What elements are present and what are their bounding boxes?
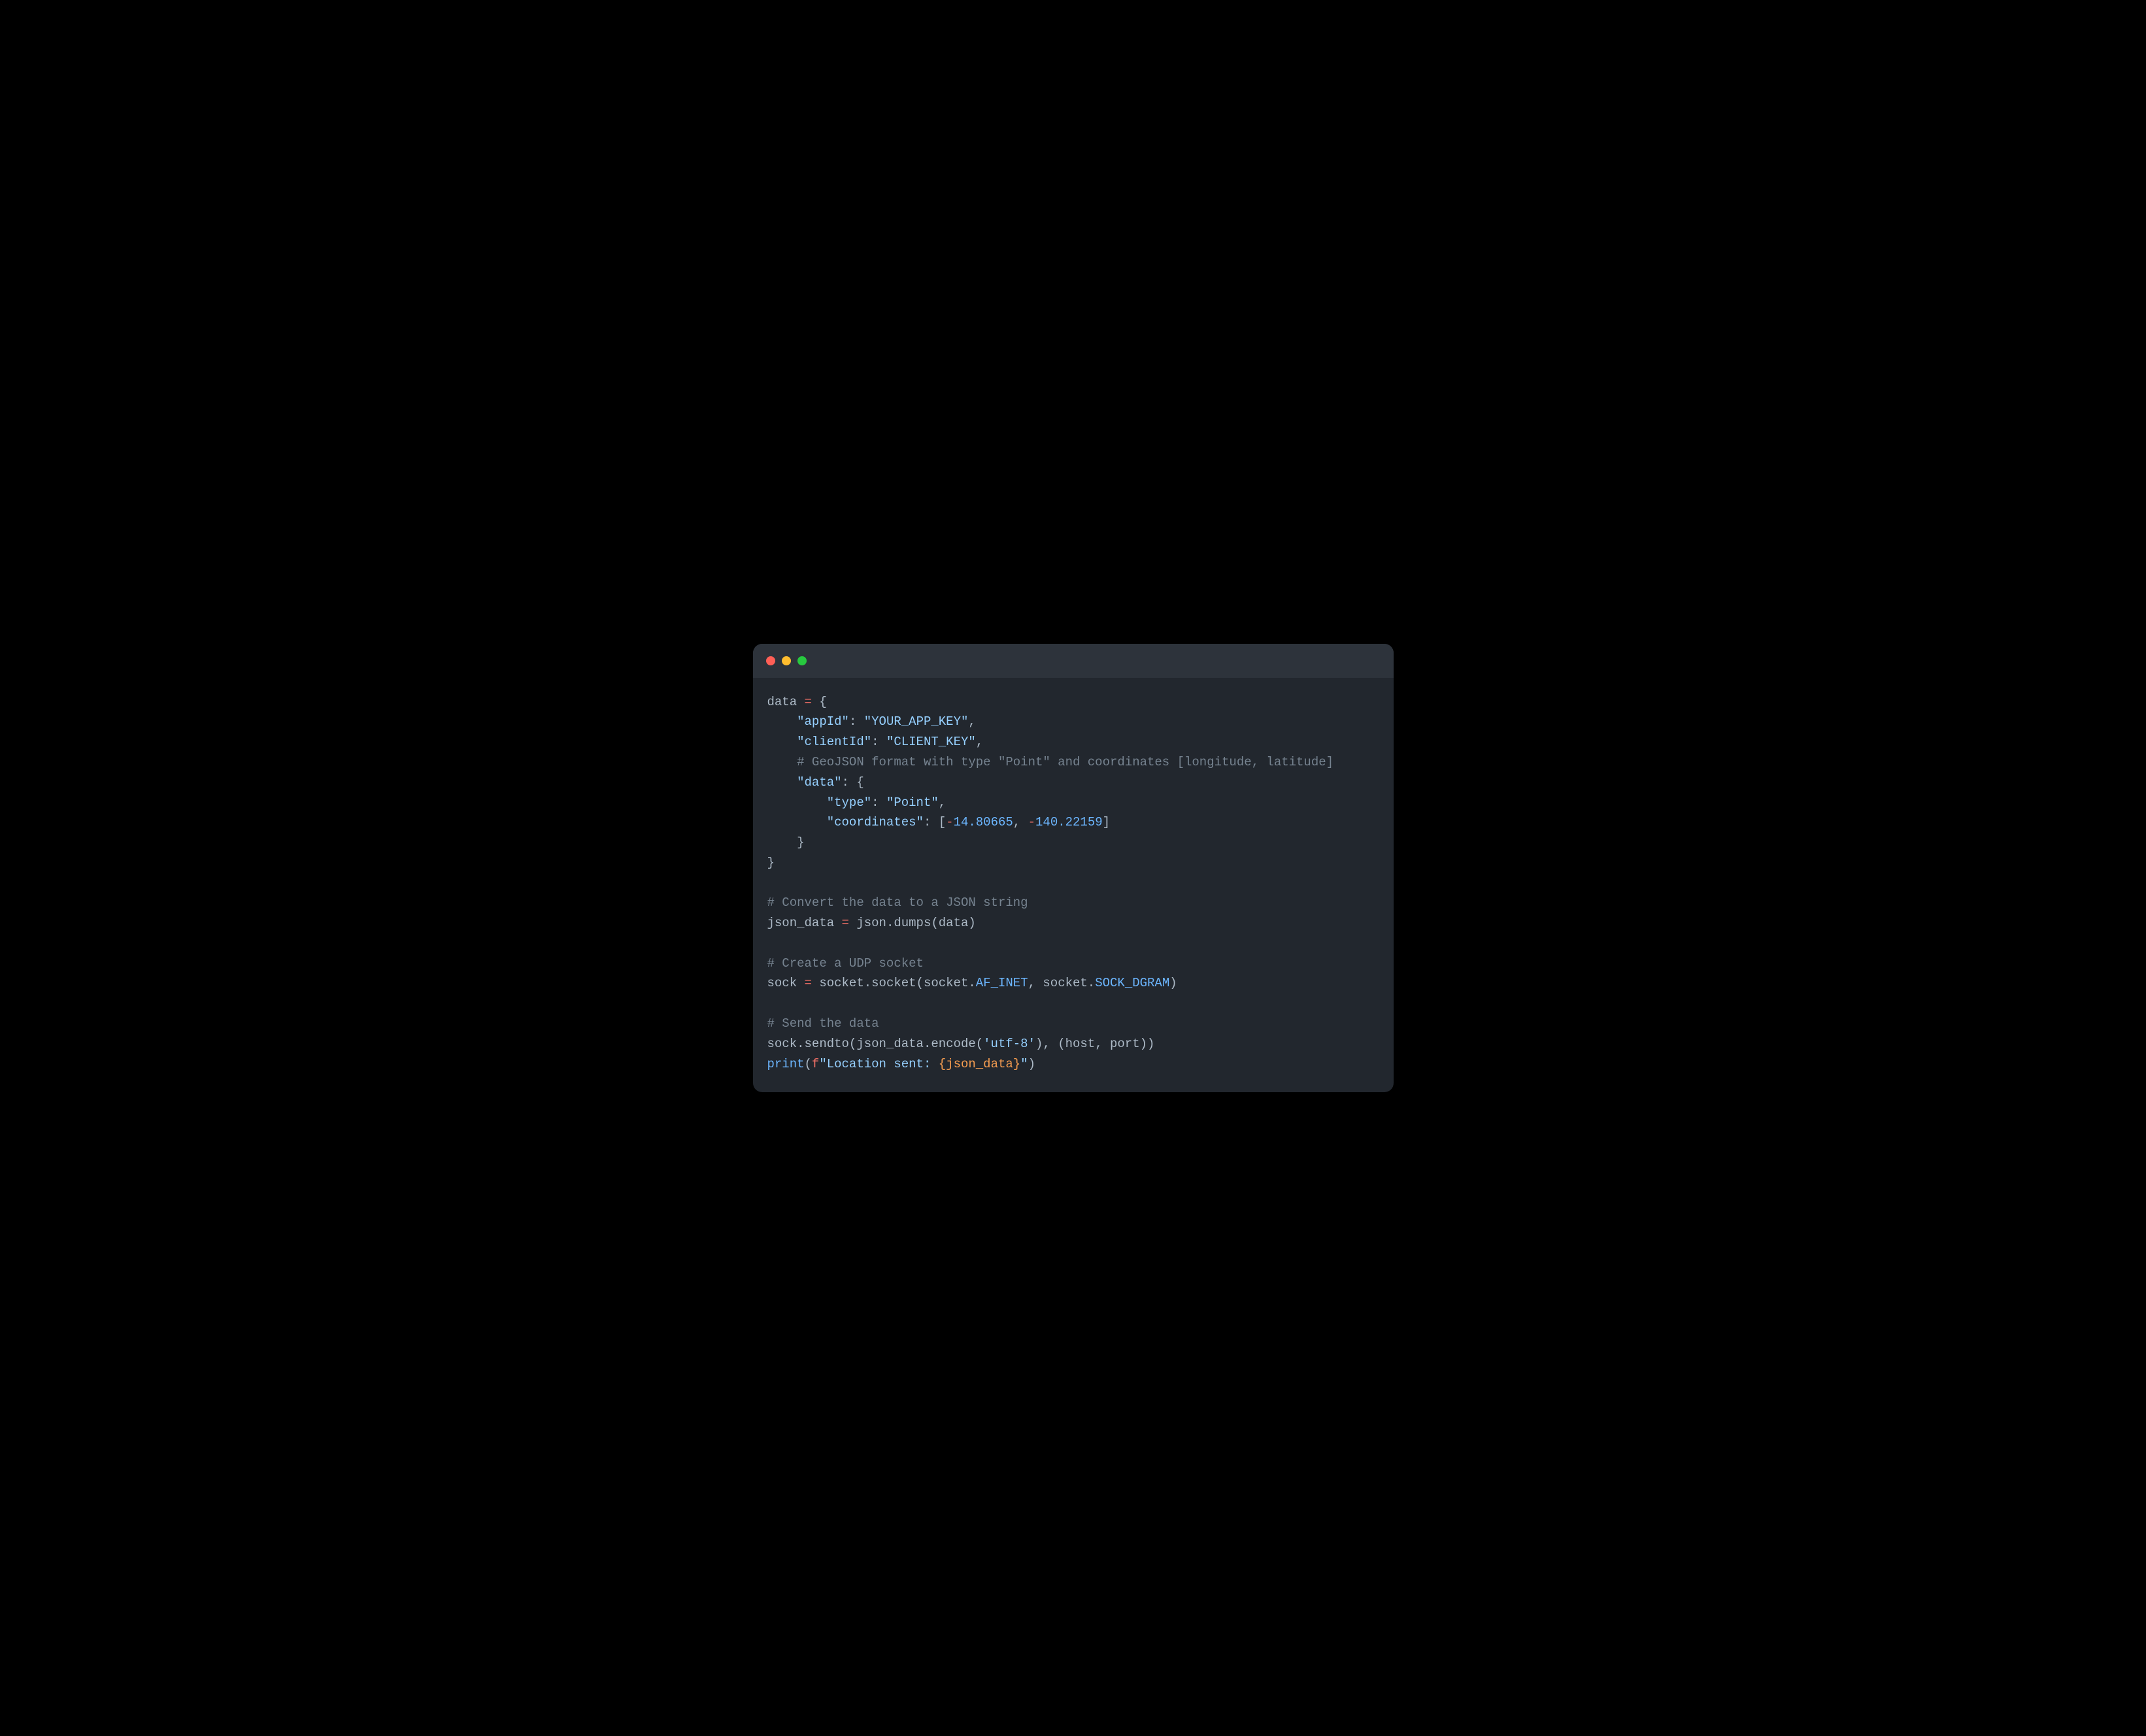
token-str: "CLIENT_KEY" [886, 735, 976, 749]
token-builtin: print [767, 1057, 805, 1071]
token-str: "YOUR_APP_KEY" [864, 714, 969, 729]
token-const: 14.80665 [954, 815, 1013, 829]
token-const: 140.22159 [1035, 815, 1103, 829]
token-str: "Point" [886, 795, 939, 810]
window-titlebar [753, 644, 1394, 678]
token-str: "appId" [797, 714, 849, 729]
token-str: 'utf-8' [983, 1037, 1035, 1051]
token-kw: - [1028, 815, 1035, 829]
code-window: data = { "appId": "YOUR_APP_KEY", "clien… [753, 644, 1394, 1093]
code-content[interactable]: data = { "appId": "YOUR_APP_KEY", "clien… [753, 678, 1394, 1093]
token-com: # Create a UDP socket [767, 956, 924, 971]
token-com: # GeoJSON format with type "Point" and c… [797, 755, 1333, 769]
token-str: "clientId" [797, 735, 871, 749]
token-str: "Location sent: [819, 1057, 938, 1071]
token-kw: f [812, 1057, 819, 1071]
token-str: "data" [797, 775, 841, 790]
token-com: # Convert the data to a JSON string [767, 895, 1028, 910]
token-kw: - [946, 815, 953, 829]
token-str: "coordinates" [827, 815, 924, 829]
token-fstr-var: {json_data} [939, 1057, 1020, 1071]
token-str: "type" [827, 795, 871, 810]
close-button[interactable] [766, 656, 775, 665]
token-str: " [1020, 1057, 1028, 1071]
token-const: AF_INET [976, 976, 1028, 990]
token-kw: = [842, 916, 849, 930]
token-kw: = [805, 976, 812, 990]
minimize-button[interactable] [782, 656, 791, 665]
token-kw: = [805, 695, 812, 709]
token-com: # Send the data [767, 1016, 879, 1031]
maximize-button[interactable] [797, 656, 807, 665]
token-const: SOCK_DGRAM [1095, 976, 1169, 990]
